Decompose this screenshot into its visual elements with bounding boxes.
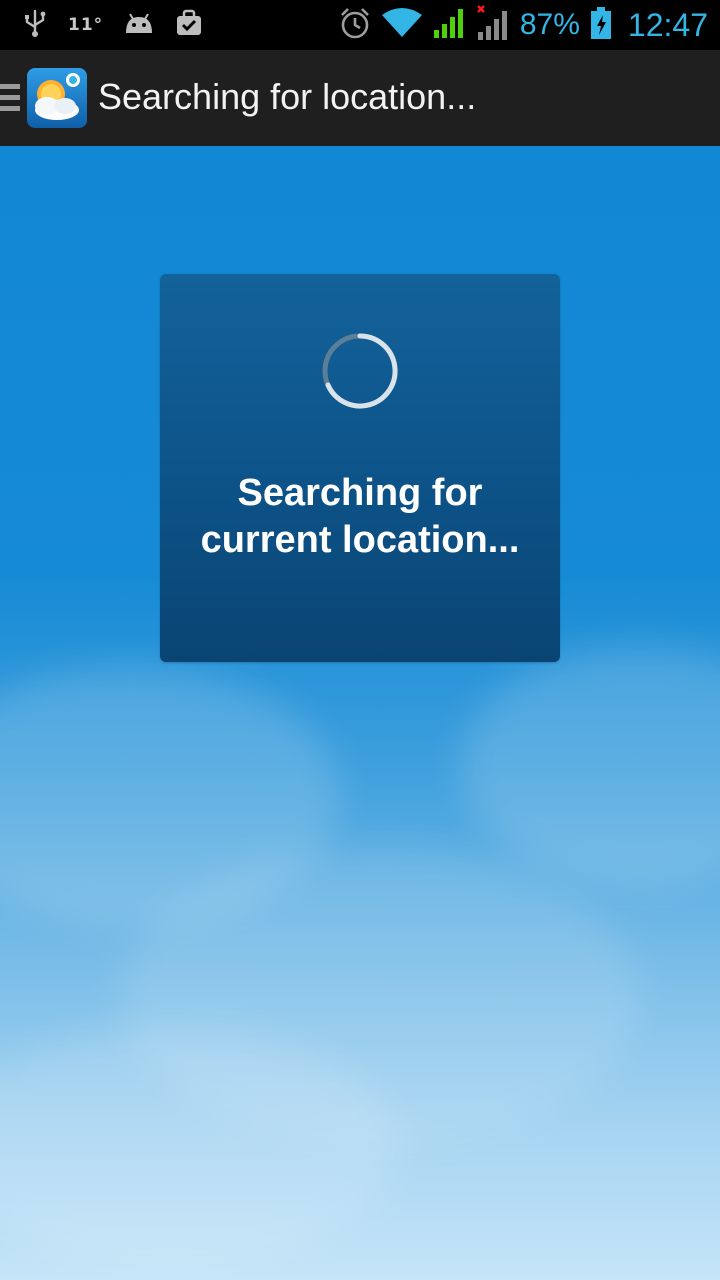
- hamburger-menu-icon[interactable]: [0, 84, 20, 114]
- status-notification-icons: 11°: [22, 8, 203, 42]
- page-title: Searching for location...: [98, 76, 477, 117]
- signal-no-service-icon: [476, 4, 510, 47]
- status-clock: 12:47: [627, 6, 708, 43]
- cloud-decoration: [460, 646, 720, 886]
- status-system-icons: 87% 12:47: [338, 4, 708, 46]
- weather-app-icon[interactable]: [27, 68, 87, 128]
- battery-percentage: 87%: [519, 8, 580, 41]
- usb-icon: [22, 8, 48, 43]
- loading-message: Searching for current location...: [200, 472, 520, 561]
- alarm-icon: [338, 6, 372, 45]
- briefcase-check-icon: [175, 9, 203, 42]
- battery-charging-icon: [590, 6, 612, 45]
- loading-dialog: Searching for current location...: [160, 274, 560, 662]
- status-bar: 11° 87% 12:47: [0, 0, 720, 50]
- signal-icon: [432, 6, 466, 45]
- wifi-icon: [381, 7, 422, 44]
- temperature-notification: 11°: [68, 15, 104, 35]
- android-icon: [123, 11, 155, 40]
- loading-spinner-icon: [320, 331, 400, 411]
- action-bar: Searching for location...: [0, 50, 720, 148]
